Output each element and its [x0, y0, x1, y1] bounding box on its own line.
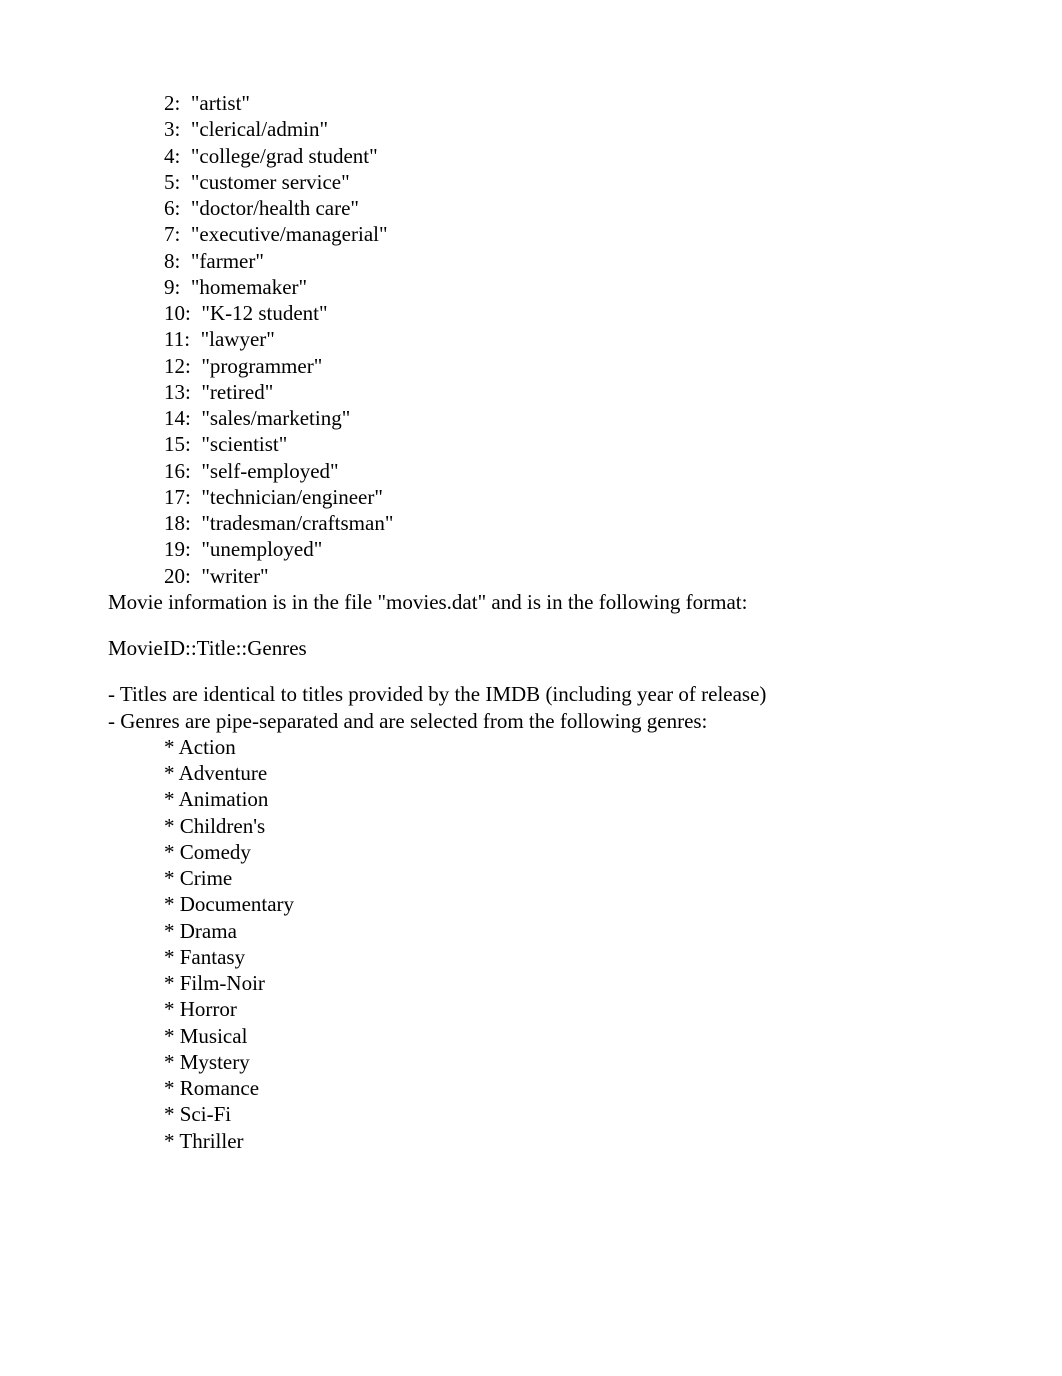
list-item: * Musical — [108, 1023, 954, 1049]
list-item: 3: "clerical/admin" — [108, 116, 954, 142]
list-item: * Sci-Fi — [108, 1101, 954, 1127]
list-item: * Action — [108, 734, 954, 760]
list-item: * Mystery — [108, 1049, 954, 1075]
list-item: 17: "technician/engineer" — [108, 484, 954, 510]
list-item: 2: "artist" — [108, 90, 954, 116]
list-item: 11: "lawyer" — [108, 326, 954, 352]
list-item: * Documentary — [108, 891, 954, 917]
note-titles: - Titles are identical to titles provide… — [108, 681, 954, 707]
occupation-list: 2: "artist" 3: "clerical/admin" 4: "coll… — [108, 90, 954, 589]
list-item: * Thriller — [108, 1128, 954, 1154]
list-item: * Adventure — [108, 760, 954, 786]
list-item: * Horror — [108, 996, 954, 1022]
list-item: * Crime — [108, 865, 954, 891]
list-item: * Children's — [108, 813, 954, 839]
list-item: 12: "programmer" — [108, 353, 954, 379]
list-item: * Fantasy — [108, 944, 954, 970]
list-item: 19: "unemployed" — [108, 536, 954, 562]
movie-format-line: MovieID::Title::Genres — [108, 635, 954, 661]
note-genres: - Genres are pipe-separated and are sele… — [108, 708, 954, 734]
list-item: 7: "executive/managerial" — [108, 221, 954, 247]
list-item: 4: "college/grad student" — [108, 143, 954, 169]
list-item: 14: "sales/marketing" — [108, 405, 954, 431]
list-item: 13: "retired" — [108, 379, 954, 405]
list-item: 20: "writer" — [108, 563, 954, 589]
list-item: * Romance — [108, 1075, 954, 1101]
list-item: * Comedy — [108, 839, 954, 865]
list-item: 8: "farmer" — [108, 248, 954, 274]
list-item: 10: "K-12 student" — [108, 300, 954, 326]
list-item: 16: "self-employed" — [108, 458, 954, 484]
document-page: 2: "artist" 3: "clerical/admin" 4: "coll… — [0, 0, 1062, 1154]
list-item: 18: "tradesman/craftsman" — [108, 510, 954, 536]
list-item: 9: "homemaker" — [108, 274, 954, 300]
list-item: 6: "doctor/health care" — [108, 195, 954, 221]
list-item: * Animation — [108, 786, 954, 812]
list-item: * Drama — [108, 918, 954, 944]
movies-intro-paragraph: Movie information is in the file "movies… — [108, 589, 954, 615]
list-item: 15: "scientist" — [108, 431, 954, 457]
list-item: * Film-Noir — [108, 970, 954, 996]
list-item: 5: "customer service" — [108, 169, 954, 195]
genre-list: * Action * Adventure * Animation * Child… — [108, 734, 954, 1154]
